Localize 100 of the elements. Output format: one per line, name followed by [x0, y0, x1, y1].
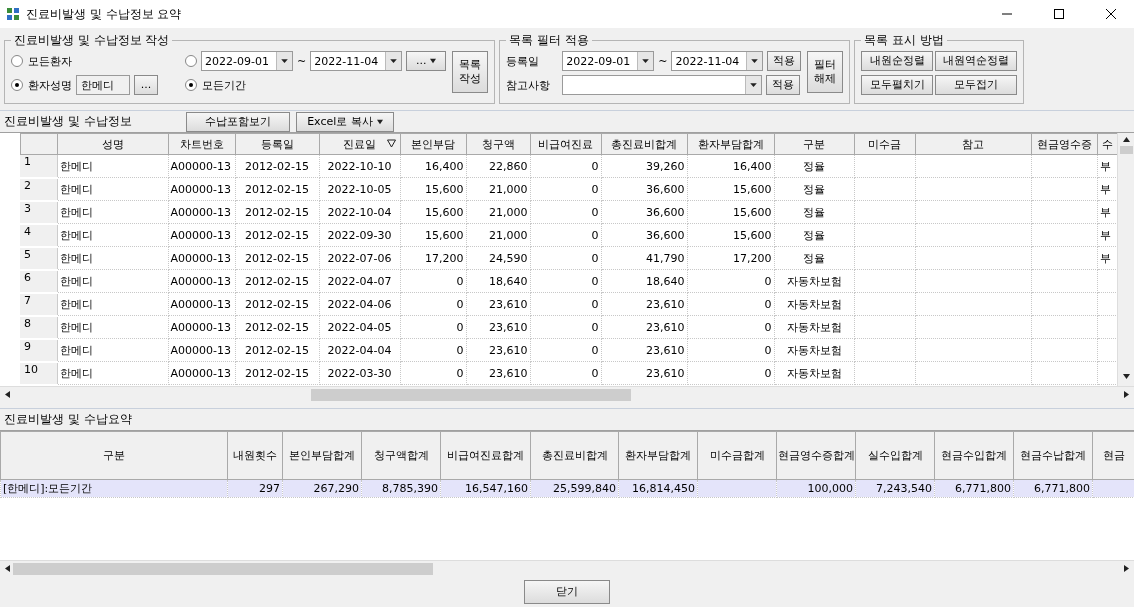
table-cell: A00000-13 — [168, 269, 235, 293]
table-cell: 0 — [530, 154, 601, 178]
column-header[interactable]: 참고 — [915, 133, 1031, 155]
column-header[interactable]: 내원횟수 — [227, 431, 283, 480]
radio-button[interactable]: 모든기간 — [185, 77, 246, 93]
scroll-thumb[interactable] — [13, 562, 433, 575]
column-header[interactable]: 청구액 — [466, 133, 530, 155]
apply-button[interactable]: 적용 — [767, 51, 802, 71]
table-cell: 0 — [687, 269, 774, 293]
column-header[interactable]: 본인부담 — [400, 133, 466, 155]
vertical-scrollbar[interactable] — [1117, 133, 1134, 386]
column-header[interactable]: 진료일 — [319, 133, 400, 155]
table-cell: 부 — [1097, 200, 1117, 224]
table-cell: 2022-04-05 — [319, 315, 400, 339]
group-title: 목록 필터 적용 — [508, 32, 590, 49]
table-cell: A00000-13 — [168, 223, 235, 247]
group-title: 진료비발생 및 수납정보 작성 — [13, 32, 171, 49]
table-cell: 자동차보험 — [774, 338, 854, 362]
column-header[interactable]: 비급여진료합계 — [440, 431, 531, 480]
display-button[interactable]: 내원순정렬 — [861, 51, 934, 71]
column-header[interactable]: 총진료비합계 — [601, 133, 687, 155]
date-combo[interactable]: 2022-09-01 — [562, 51, 655, 71]
date-combo[interactable]: 2022-09-01 — [201, 51, 293, 71]
display-button[interactable]: 내원역순정렬 — [935, 51, 1018, 71]
row-number: 2 — [20, 177, 57, 201]
column-header[interactable]: 성명 — [57, 133, 168, 155]
column-header[interactable]: 환자부담합계 — [618, 431, 698, 480]
scroll-thumb[interactable] — [311, 388, 631, 401]
payment-view-button[interactable]: 수납포함보기 — [186, 111, 290, 132]
display-button[interactable]: 모두펼치기 — [861, 75, 934, 95]
table-cell: 부 — [1097, 223, 1117, 247]
excel-copy-button[interactable]: Excel로 복사 — [296, 111, 394, 132]
column-header[interactable]: 비급여진료 — [530, 133, 601, 155]
radio-button[interactable] — [185, 55, 197, 67]
table-cell: 15,600 — [687, 200, 774, 224]
column-header[interactable]: 총진료비합계 — [530, 431, 619, 480]
table-cell: A00000-13 — [168, 315, 235, 339]
table-cell: A00000-13 — [168, 177, 235, 201]
column-header[interactable]: 본인부담합계 — [282, 431, 362, 480]
row-number: 10 — [20, 361, 57, 385]
table-cell: 한메디 — [57, 361, 168, 385]
table-cell: 0 — [530, 338, 601, 362]
scroll-left-icon — [4, 391, 11, 398]
horizontal-scrollbar[interactable] — [0, 560, 1134, 576]
table-cell: 한메디 — [57, 292, 168, 316]
table-cell: 0 — [530, 269, 601, 293]
table-cell: 41,790 — [601, 246, 687, 270]
column-header[interactable]: 청구액합계 — [361, 431, 441, 480]
column-header[interactable]: 차트번호 — [168, 133, 235, 155]
table-cell: 23,610 — [601, 338, 687, 362]
patient-name-field[interactable]: 한메디 — [76, 75, 130, 95]
table-cell: 15,600 — [400, 177, 466, 201]
column-header[interactable]: 구분 — [0, 431, 228, 480]
column-header[interactable]: 현금영수증 — [1031, 133, 1097, 155]
table-cell: 2012-02-15 — [235, 361, 319, 385]
table-cell: 39,260 — [601, 154, 687, 178]
table-cell: 2012-02-15 — [235, 154, 319, 178]
period-menu-button[interactable]: ... — [406, 51, 447, 71]
table-cell: 2022-07-06 — [319, 246, 400, 270]
horizontal-scrollbar[interactable] — [0, 386, 1134, 402]
table-cell: 한메디 — [57, 200, 168, 224]
scroll-left-icon — [4, 565, 11, 572]
column-header[interactable]: 환자부담합계 — [687, 133, 774, 155]
table-cell: 자동차보험 — [774, 315, 854, 339]
date-combo[interactable]: 2022-11-04 — [671, 51, 764, 71]
field-label: 참고사항 — [506, 77, 552, 93]
table-cell: 2012-02-15 — [235, 338, 319, 362]
column-header[interactable]: 미수금 — [854, 133, 915, 155]
close-icon — [1106, 9, 1116, 19]
build-list-button[interactable]: 목록 작성 — [452, 51, 489, 93]
scroll-right-icon — [1123, 565, 1130, 572]
radio-button[interactable]: 환자성명 — [11, 77, 72, 93]
table-cell: 36,600 — [601, 200, 687, 224]
column-header[interactable]: 구분 — [774, 133, 854, 155]
note-combo[interactable] — [562, 75, 763, 95]
column-header[interactable]: 수 — [1097, 133, 1117, 155]
display-button[interactable]: 모두접기 — [935, 75, 1018, 95]
table-cell: 2012-02-15 — [235, 177, 319, 201]
column-header[interactable]: 현금수납합계 — [1013, 431, 1093, 480]
table-cell: 0 — [400, 315, 466, 339]
column-header[interactable]: 실수입합계 — [855, 431, 935, 480]
column-header[interactable]: 미수금합계 — [697, 431, 777, 480]
radio-button[interactable]: 모든환자 — [11, 53, 72, 69]
field-label: 등록일 — [506, 53, 541, 69]
table-cell: 0 — [400, 338, 466, 362]
clear-filter-button[interactable]: 필터 해제 — [807, 51, 844, 93]
column-header[interactable]: 현금 — [1092, 431, 1134, 480]
column-header[interactable]: 등록일 — [235, 133, 319, 155]
table-cell: 부 — [1097, 154, 1117, 178]
close-dialog-button[interactable]: 닫기 — [524, 579, 610, 604]
table-cell: 2022-10-10 — [319, 154, 400, 178]
row-number: 8 — [20, 315, 57, 339]
apply-button[interactable]: 적용 — [766, 75, 801, 95]
date-combo[interactable]: 2022-11-04 — [310, 51, 403, 71]
browse-button[interactable]: ... — [134, 75, 158, 95]
column-header[interactable]: 현금수입합계 — [934, 431, 1014, 480]
table-cell: A00000-13 — [168, 200, 235, 224]
scroll-thumb[interactable] — [1119, 146, 1133, 154]
column-header[interactable]: 현금영수증합계 — [776, 431, 856, 480]
table-cell: 부 — [1097, 246, 1117, 270]
